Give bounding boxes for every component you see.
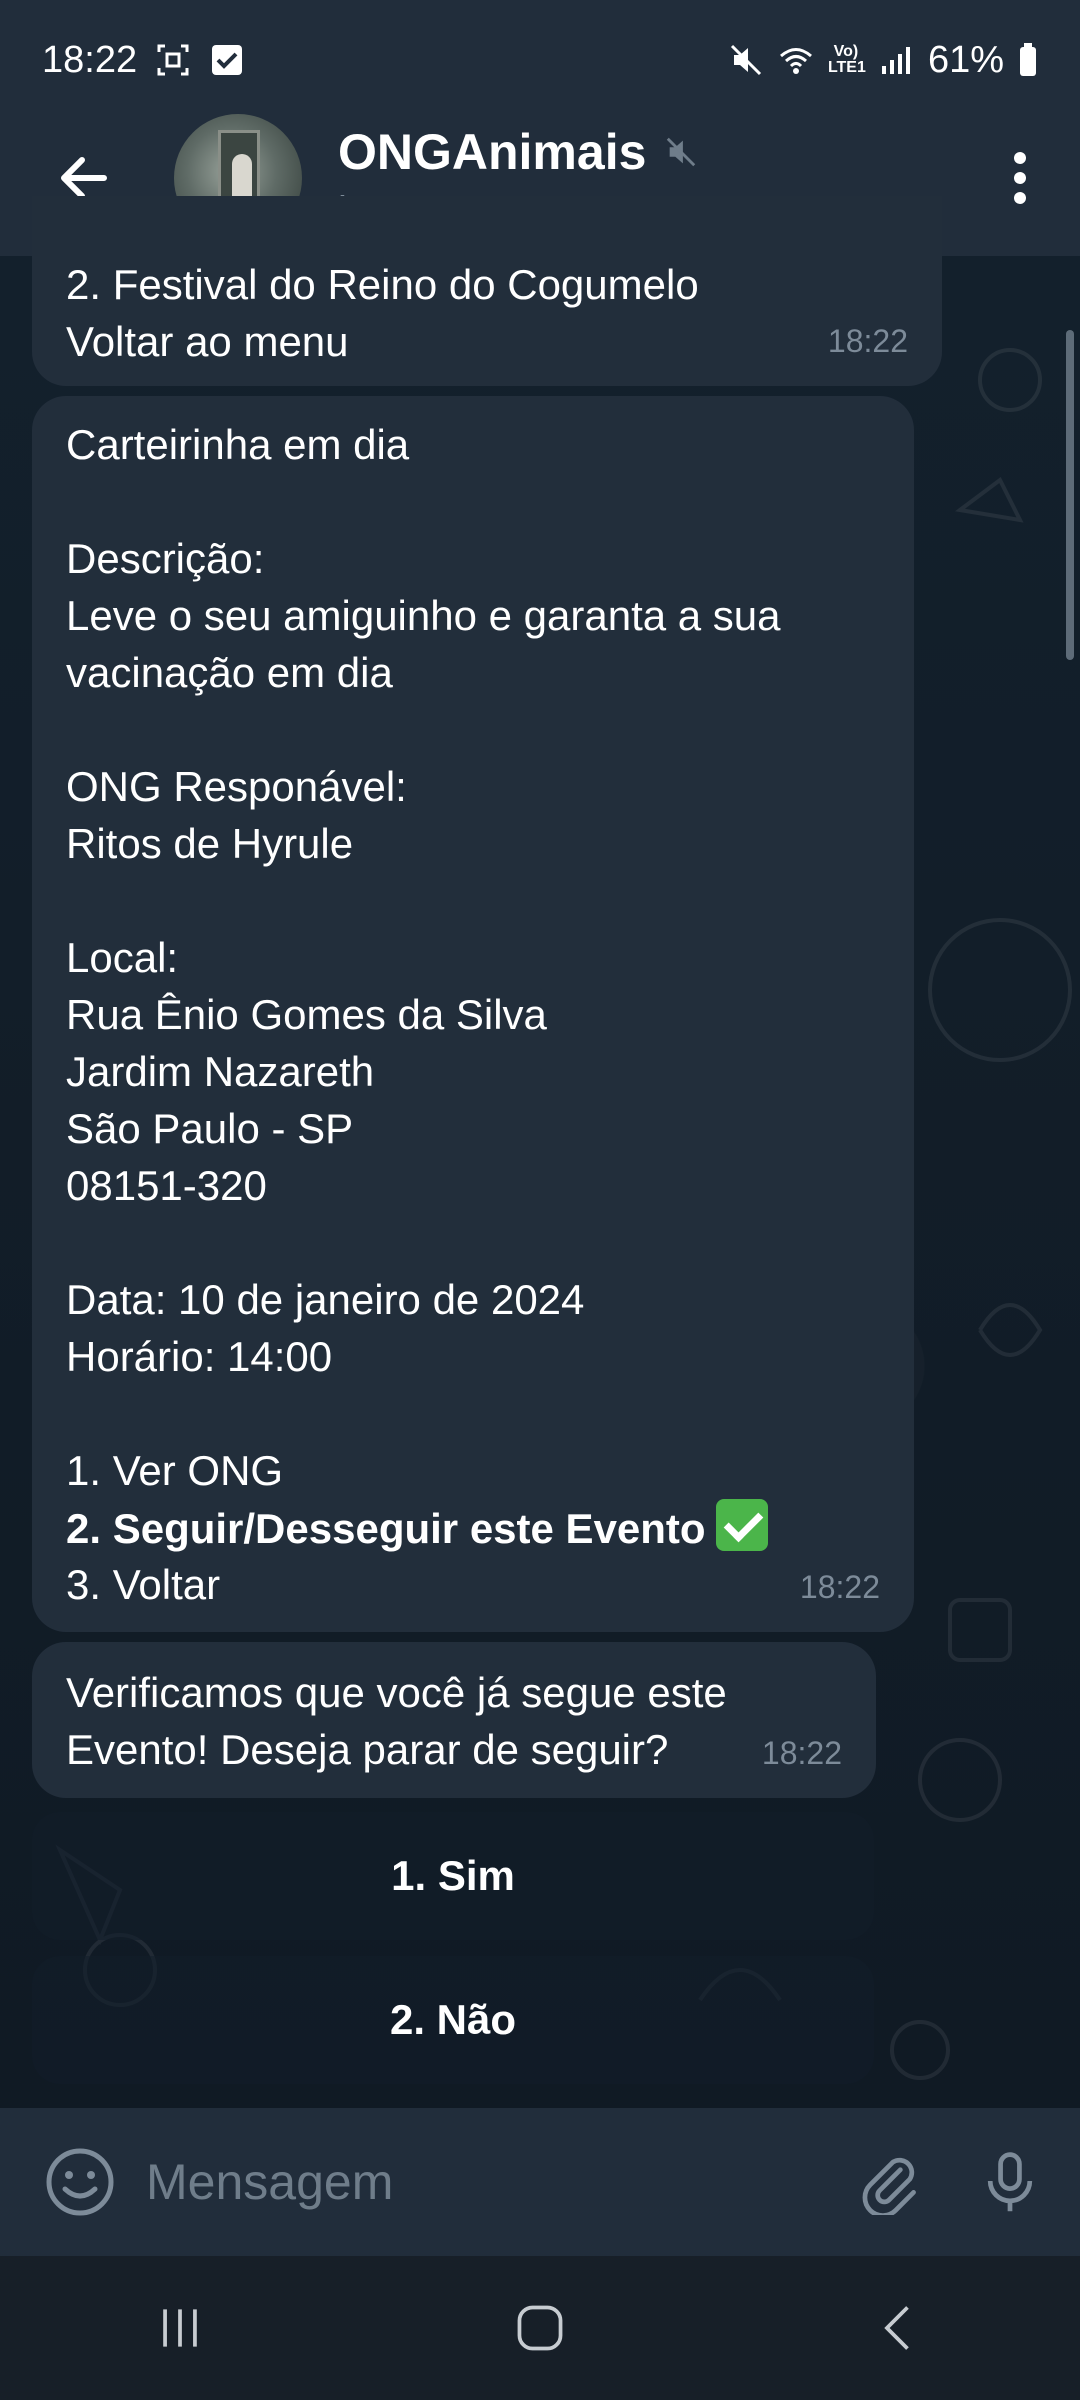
- message-bubble-confirm[interactable]: Verificamos que você já segue este Event…: [32, 1642, 876, 1798]
- message-line: Leve o seu amiguinho e garanta a sua: [66, 592, 781, 639]
- system-nav-bar: [0, 2256, 1080, 2400]
- microphone-icon: [987, 2152, 1033, 2212]
- attach-button[interactable]: [840, 2132, 940, 2232]
- battery-icon: [1020, 43, 1036, 76]
- message-bubble-event[interactable]: Carteirinha em dia Descrição: Leve o seu…: [32, 396, 914, 1632]
- message-line: [66, 1385, 781, 1442]
- message-line: [66, 872, 781, 929]
- recent-apps-icon: [163, 2309, 197, 2347]
- title-row: ONGAnimais: [338, 123, 698, 181]
- message-line: Descrição:: [66, 535, 265, 582]
- event-details-text: Carteirinha em dia Descrição: Leve o seu…: [66, 416, 781, 1613]
- message-line: 08151-320: [66, 1162, 267, 1209]
- follow-option-line: 2. Seguir/Desseguir este Evento: [66, 1499, 781, 1556]
- message-line: ONG Responável:: [66, 763, 407, 810]
- home-button[interactable]: [470, 2268, 610, 2388]
- more-vertical-icon: [1014, 152, 1026, 204]
- status-right: Vo) LTE1 61%: [728, 39, 1038, 82]
- recent-apps-button[interactable]: [110, 2268, 250, 2388]
- screenshot-icon: [157, 44, 189, 76]
- message-time: 18:22: [799, 1569, 880, 1605]
- message-1-text: 2. Festival do Reino do Cogumelo Voltar …: [66, 256, 699, 370]
- scrollbar[interactable]: [1066, 330, 1074, 660]
- avatar-dog: [232, 154, 252, 200]
- confirm-text: Verificamos que você já segue este Event…: [66, 1664, 727, 1778]
- message-line: 3. Voltar: [66, 1561, 221, 1608]
- chevron-left-icon: [884, 2306, 909, 2350]
- message-line: vacinação em dia: [66, 649, 393, 696]
- message-line: Ritos de Hyrule: [66, 820, 354, 867]
- battery-percent: 61%: [927, 38, 1004, 81]
- message-list[interactable]: 2. Festival do Reino do Cogumelo Voltar …: [0, 196, 1080, 2106]
- paperclip-icon: [862, 2157, 916, 2215]
- message-input[interactable]: [146, 2132, 840, 2232]
- message-line: Rua Ênio Gomes da Silva: [66, 991, 547, 1038]
- volume-muted-icon: [730, 44, 761, 76]
- message-time: 18:22: [761, 1735, 842, 1771]
- message-line: Jardim Nazareth: [66, 1048, 375, 1095]
- status-left: 18:22: [42, 39, 245, 82]
- message-line: [66, 701, 781, 758]
- back-nav-button[interactable]: [830, 2268, 970, 2388]
- message-line: Voltar ao menu: [66, 318, 349, 365]
- message-line: Evento! Deseja parar de seguir?: [66, 1726, 669, 1773]
- message-line: Data: 10 de janeiro de 2024: [66, 1276, 585, 1323]
- message-line: [66, 473, 781, 530]
- home-icon: [517, 2305, 563, 2351]
- follow-option-text: 2. Seguir/Desseguir este Evento: [66, 1505, 706, 1552]
- smile-icon: [46, 2148, 114, 2216]
- checkbox-notification-icon: [212, 45, 243, 75]
- speaker-muted-icon: [667, 137, 696, 166]
- reply-button-nao[interactable]: 2. Não: [32, 1956, 874, 2084]
- status-time: 18:22: [42, 38, 138, 81]
- chat-title: ONGAnimais: [338, 123, 647, 180]
- message-time: 18:22: [827, 323, 908, 359]
- network-label: Vo) LTE1: [827, 43, 866, 76]
- more-options-button[interactable]: [990, 118, 1050, 238]
- event-title: Carteirinha em dia: [66, 421, 410, 468]
- message-line: Verificamos que você já segue este: [66, 1669, 727, 1716]
- telegram-chat-screen: 18:22 Vo) LTE1 61% ONGAnimais 2. Festiva…: [0, 0, 1080, 2400]
- signal-icon: [881, 47, 910, 74]
- message-line: 1. Ver ONG: [66, 1447, 284, 1494]
- message-line: [66, 1214, 781, 1271]
- message-line: Horário: 14:00: [66, 1333, 333, 1380]
- emoji-button[interactable]: [30, 2132, 130, 2232]
- message-line: São Paulo - SP: [66, 1105, 354, 1152]
- reply-button-sim[interactable]: 1. Sim: [32, 1812, 874, 1940]
- message-input-bar: [0, 2108, 1080, 2256]
- message-bubble-1[interactable]: 2. Festival do Reino do Cogumelo Voltar …: [32, 196, 942, 386]
- check-mark-button-icon: [715, 1499, 768, 1551]
- microphone-button[interactable]: [960, 2132, 1060, 2232]
- message-line: Local:: [66, 934, 179, 981]
- wifi-icon: [779, 48, 812, 74]
- message-line: 2. Festival do Reino do Cogumelo: [66, 261, 699, 308]
